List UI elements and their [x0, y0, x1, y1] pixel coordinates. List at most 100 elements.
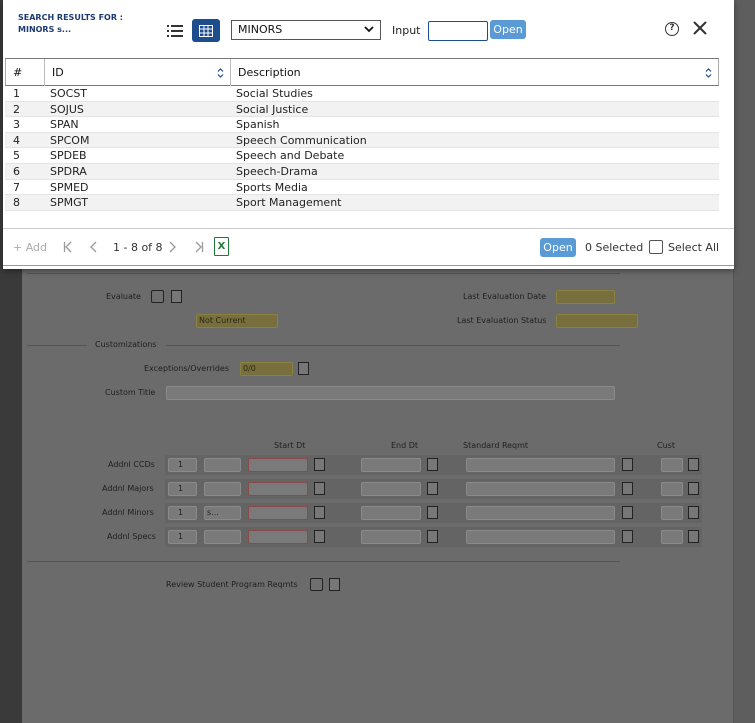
addnl-specs-standard-reqmt[interactable] — [466, 530, 615, 544]
document-icon[interactable] — [688, 458, 699, 471]
addnl-majors-start-dt[interactable] — [248, 482, 308, 496]
addnl-specs-start-dt[interactable] — [248, 530, 308, 544]
table-row[interactable]: 3 SPAN Spanish — [5, 117, 719, 133]
open-selected-button[interactable]: Open — [540, 238, 576, 257]
calendar-icon[interactable] — [427, 482, 438, 495]
last-evaluation-date-label: Last Evaluation Date — [463, 292, 547, 301]
table-row[interactable]: 7 SPMED Sports Media — [5, 180, 719, 196]
addnl-specs-number[interactable]: 1 — [168, 530, 197, 544]
pagination-range: 1 - 8 of 8 — [113, 241, 163, 254]
row-description: Speech-Drama — [236, 164, 318, 178]
grid-view-button[interactable] — [192, 19, 220, 42]
row-description: Social Justice — [236, 102, 309, 116]
calendar-icon[interactable] — [314, 458, 325, 471]
divider — [27, 345, 87, 346]
previous-page-icon[interactable] — [89, 241, 97, 253]
addnl-ccds-standard-reqmt[interactable] — [466, 458, 615, 472]
addnl-ccds-label: Addnl CCDs — [108, 460, 155, 469]
addnl-majors-number[interactable]: 1 — [168, 482, 197, 496]
table-row[interactable]: 2 SOJUS Social Justice — [5, 101, 719, 118]
addnl-minors-cust[interactable] — [661, 506, 683, 520]
calendar-icon[interactable] — [314, 482, 325, 495]
row-number: 2 — [13, 102, 20, 116]
table-row[interactable]: 8 SPMGT Sport Management — [5, 195, 719, 211]
chevron-down-icon — [364, 26, 374, 33]
first-page-icon[interactable] — [63, 241, 73, 253]
close-icon[interactable] — [691, 18, 709, 38]
calendar-icon[interactable] — [427, 530, 438, 543]
row-id: SPDRA — [50, 164, 87, 178]
list-view-button[interactable] — [161, 19, 189, 42]
addnl-majors-label: Addnl Majors — [102, 484, 154, 493]
addnl-minors-end-dt[interactable] — [361, 506, 421, 520]
column-header-id[interactable]: ID — [45, 59, 231, 86]
calendar-icon[interactable] — [314, 530, 325, 543]
category-select[interactable]: MINORS — [231, 20, 381, 40]
column-header-description[interactable]: Description — [231, 59, 718, 86]
document-icon[interactable] — [688, 506, 699, 519]
help-icon[interactable]: ? — [665, 22, 679, 36]
select-all-label[interactable]: Select All — [668, 241, 719, 254]
row-description: Sport Management — [236, 196, 342, 210]
addnl-specs-end-dt[interactable] — [361, 530, 421, 544]
divider — [27, 273, 620, 274]
open-button[interactable]: Open — [490, 20, 526, 39]
addnl-minors-number[interactable]: 1 — [168, 506, 197, 520]
custom-title-field[interactable] — [166, 386, 615, 400]
addnl-specs-cust[interactable] — [661, 530, 683, 544]
results-table: # ID Description 1 SOCST Social Studies 2 S… — [5, 58, 719, 211]
sort-icon — [217, 68, 224, 78]
customizations-label: Customizations — [95, 340, 157, 349]
select-all-checkbox[interactable] — [649, 240, 663, 254]
addnl-minors-code[interactable]: s... — [204, 506, 241, 520]
addnl-minors-standard-reqmt[interactable] — [466, 506, 615, 520]
document-icon[interactable] — [688, 530, 699, 543]
addnl-majors-end-dt[interactable] — [361, 482, 421, 496]
document-icon[interactable] — [329, 578, 340, 591]
last-evaluation-status-field[interactable] — [556, 314, 638, 328]
input-field[interactable] — [428, 21, 488, 41]
table-row[interactable]: 1 SOCST Social Studies — [5, 86, 719, 102]
table-row[interactable]: 4 SPCOM Speech Communication — [5, 132, 719, 149]
cust-header: Cust — [657, 441, 675, 450]
addnl-majors-cust[interactable] — [661, 482, 683, 496]
document-icon[interactable] — [622, 506, 633, 519]
addnl-ccds-number[interactable]: 1 — [168, 458, 197, 472]
review-student-program-checkbox[interactable] — [310, 578, 323, 591]
calendar-icon[interactable] — [427, 506, 438, 519]
document-icon[interactable] — [298, 362, 309, 375]
row-number: 4 — [13, 133, 20, 147]
calendar-icon[interactable] — [427, 458, 438, 471]
grid-view-icon — [199, 24, 213, 37]
addnl-majors-code[interactable] — [204, 482, 241, 496]
not-current-field: Not Current — [196, 314, 278, 328]
search-results-modal: SEARCH RESULTS FOR : MINORS s... MINORS … — [3, 0, 734, 269]
background-right-sidebar — [733, 0, 755, 723]
next-page-icon[interactable] — [169, 241, 177, 253]
document-icon[interactable] — [622, 530, 633, 543]
table-row[interactable]: 6 SPDRA Speech-Drama — [5, 163, 719, 180]
document-icon[interactable] — [622, 482, 633, 495]
addnl-majors-standard-reqmt[interactable] — [466, 482, 615, 496]
column-header-number[interactable]: # — [6, 59, 45, 86]
row-number: 8 — [13, 196, 20, 210]
addnl-ccds-code[interactable] — [204, 458, 241, 472]
addnl-ccds-end-dt[interactable] — [361, 458, 421, 472]
calendar-icon[interactable] — [314, 506, 325, 519]
addnl-specs-code[interactable] — [204, 530, 241, 544]
addnl-ccds-start-dt[interactable] — [248, 458, 308, 472]
addnl-ccds-cust[interactable] — [661, 458, 683, 472]
addnl-minors-start-dt[interactable] — [248, 506, 308, 520]
table-row[interactable]: 5 SPDEB Speech and Debate — [5, 148, 719, 164]
evaluate-checkbox[interactable] — [151, 290, 164, 303]
sort-icon — [705, 68, 712, 78]
end-dt-header: End Dt — [391, 441, 419, 450]
last-evaluation-date-field[interactable] — [556, 290, 615, 304]
document-icon[interactable] — [622, 458, 633, 471]
row-description: Social Studies — [236, 87, 313, 100]
add-button[interactable]: + Add — [13, 241, 47, 254]
document-icon[interactable] — [171, 290, 182, 303]
last-page-icon[interactable] — [194, 241, 204, 253]
excel-export-icon[interactable]: X — [214, 237, 229, 256]
document-icon[interactable] — [688, 482, 699, 495]
